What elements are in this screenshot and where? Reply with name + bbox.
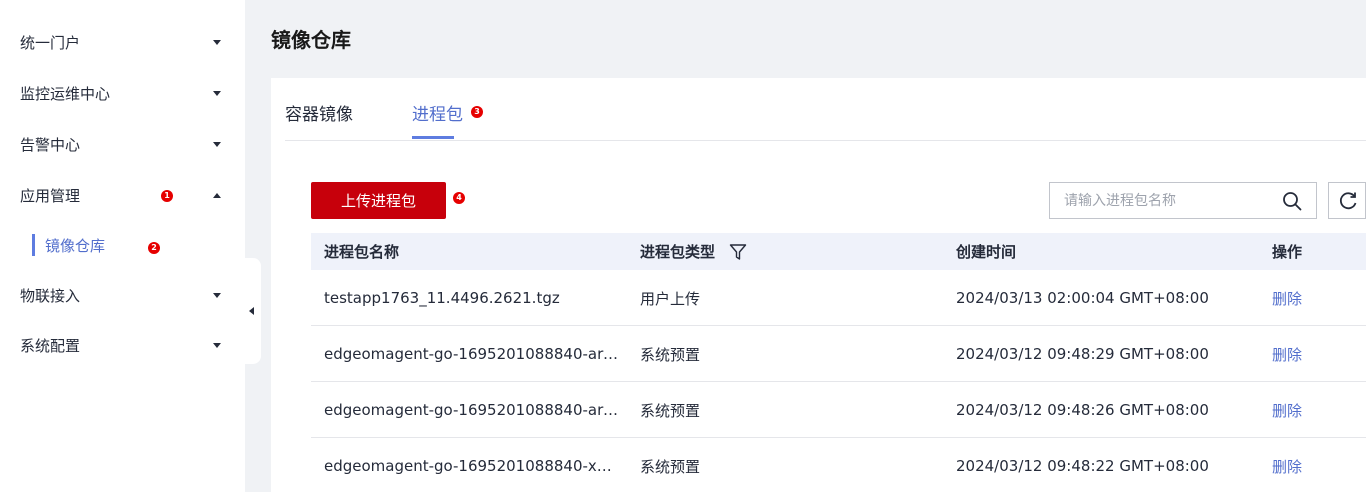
sidebar-subitem-image-repository[interactable]: 镜像仓库 (32, 233, 105, 257)
step-marker: 4 (453, 192, 465, 204)
package-name: edgeomagent-go-1695201088840-x86… (324, 457, 620, 475)
sidebar-item-app-management[interactable]: 应用管理 1 (0, 170, 245, 220)
table-row: testapp1763_11.4496.2621.tgz 用户上传 2024/0… (311, 270, 1366, 326)
sidebar-item-label: 系统配置 (20, 336, 81, 355)
search-box (1049, 182, 1317, 219)
sidebar-item-label: 告警中心 (20, 135, 81, 154)
chevron-down-icon (213, 90, 221, 96)
package-name: testapp1763_11.4496.2621.tgz (324, 289, 560, 307)
sidebar-item-label: 应用管理 (20, 186, 81, 205)
sidebar-item-alarm[interactable]: 告警中心 (0, 119, 245, 169)
column-header-action: 操作 (1272, 243, 1303, 261)
package-type: 系统预置 (640, 457, 701, 476)
page-title: 镜像仓库 (271, 28, 351, 52)
sidebar-subitem-label: 镜像仓库 (45, 236, 106, 255)
step-marker: 2 (148, 242, 160, 254)
chevron-down-icon (213, 342, 221, 348)
tab-container-images[interactable]: 容器镜像 (285, 100, 353, 125)
tab-process-packages[interactable]: 进程包 (412, 100, 463, 125)
column-header-type: 进程包类型 (640, 233, 747, 270)
filter-icon[interactable] (729, 243, 747, 261)
package-name: edgeomagent-go-1695201088840-arm… (324, 401, 620, 419)
package-type: 用户上传 (640, 289, 701, 308)
sidebar-item-system-config[interactable]: 系统配置 (0, 320, 245, 370)
table-row: edgeomagent-go-1695201088840-x86… 系统预置 2… (311, 438, 1366, 492)
upload-package-button[interactable]: 上传进程包 (311, 182, 446, 219)
sidebar-item-monitoring[interactable]: 监控运维中心 (0, 68, 245, 118)
column-header-label: 进程包类型 (640, 243, 716, 261)
sidebar-collapse-handle[interactable] (245, 258, 261, 364)
table-row: edgeomagent-go-1695201088840-arm… 系统预置 2… (311, 326, 1366, 382)
tab-label: 进程包 (412, 105, 463, 125)
tabs-divider (285, 140, 1366, 141)
package-type: 系统预置 (640, 345, 701, 364)
step-marker: 3 (471, 106, 483, 118)
search-input[interactable] (1050, 183, 1270, 218)
delete-link[interactable]: 删除 (1272, 270, 1302, 326)
sidebar-item-unified-portal[interactable]: 统一门户 (0, 17, 245, 67)
delete-link[interactable]: 删除 (1272, 438, 1302, 492)
column-header-name: 进程包名称 (324, 243, 400, 261)
delete-link[interactable]: 删除 (1272, 382, 1302, 438)
created-time: 2024/03/12 09:48:22 GMT+08:00 (956, 457, 1209, 475)
sidebar: 统一门户 监控运维中心 告警中心 应用管理 1 镜像仓库 2 物联接入 系统配置 (0, 0, 245, 492)
column-header-time: 创建时间 (956, 243, 1017, 261)
package-name: edgeomagent-go-1695201088840-arm… (324, 345, 620, 363)
active-tab-indicator (412, 136, 454, 139)
sidebar-item-iot-access[interactable]: 物联接入 (0, 270, 245, 320)
collapse-sidebar-icon (249, 307, 254, 315)
sidebar-item-label: 统一门户 (20, 33, 81, 52)
created-time: 2024/03/12 09:48:29 GMT+08:00 (956, 345, 1209, 363)
refresh-icon (1340, 192, 1357, 210)
sidebar-item-label: 监控运维中心 (20, 84, 111, 103)
created-time: 2024/03/13 02:00:04 GMT+08:00 (956, 289, 1209, 307)
step-marker: 1 (161, 190, 173, 202)
table-row: edgeomagent-go-1695201088840-arm… 系统预置 2… (311, 382, 1366, 438)
chevron-down-icon (213, 141, 221, 147)
active-indicator (32, 234, 35, 256)
created-time: 2024/03/12 09:48:26 GMT+08:00 (956, 401, 1209, 419)
chevron-up-icon (213, 192, 221, 198)
delete-link[interactable]: 删除 (1272, 326, 1302, 382)
chevron-down-icon (213, 292, 221, 298)
table-header: 进程包名称 进程包类型 创建时间 操作 (311, 233, 1366, 270)
refresh-button[interactable] (1328, 182, 1366, 219)
package-type: 系统预置 (640, 401, 701, 420)
chevron-down-icon (213, 39, 221, 45)
search-icon[interactable] (1282, 191, 1302, 211)
sidebar-item-label: 物联接入 (20, 286, 81, 305)
